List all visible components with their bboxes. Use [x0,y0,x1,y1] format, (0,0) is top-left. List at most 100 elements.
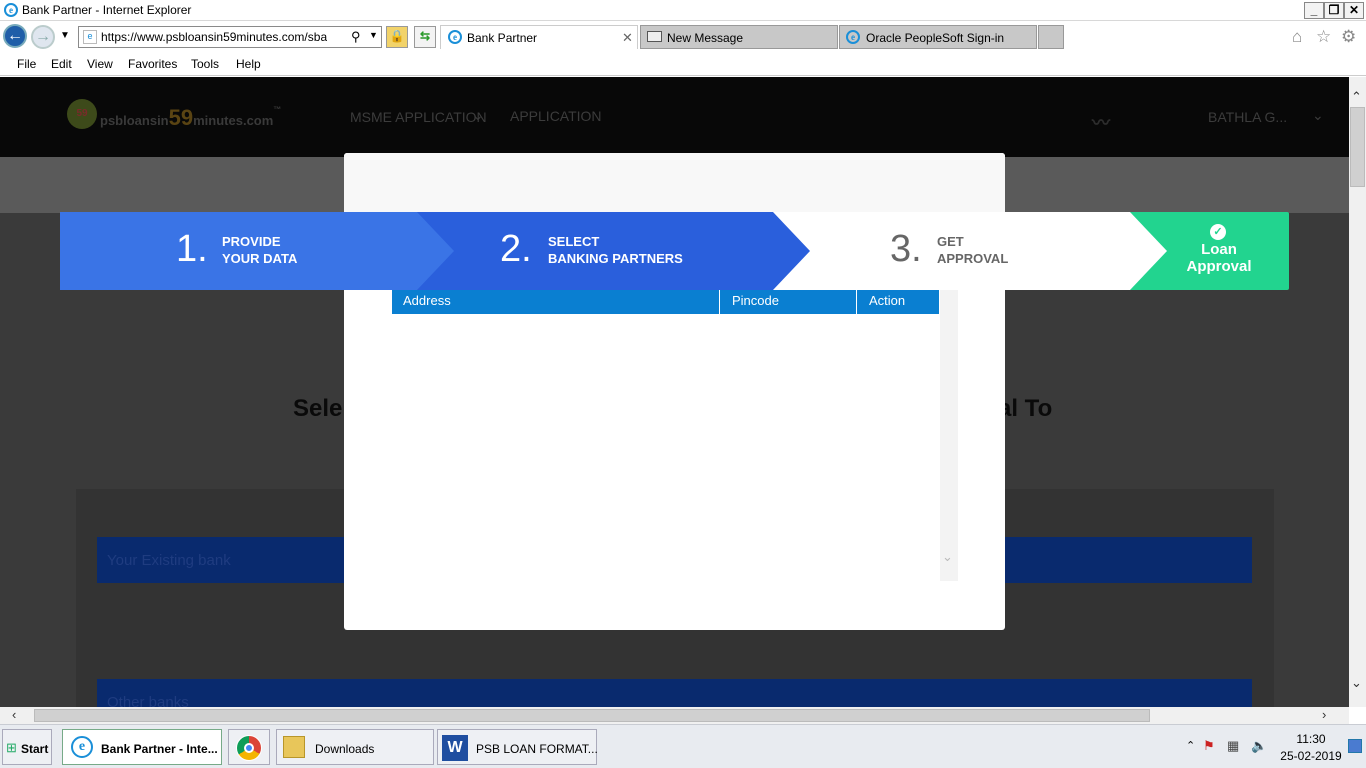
tab-bank-partner[interactable]: e Bank Partner ✕ [440,25,638,49]
scroll-right-icon[interactable]: › [1322,707,1326,722]
back-button[interactable]: ← [3,24,27,48]
logo-tm: ™ [273,105,282,114]
step-1-number: 1. [176,228,208,270]
step-1-label: PROVIDE YOUR DATA [222,233,297,267]
modal-header [344,153,1005,213]
address-dropdown-icon[interactable]: ▼ [369,30,378,40]
start-button[interactable]: ⊞ Start [2,729,52,765]
home-icon[interactable]: ⌂ [1292,27,1302,47]
step-3-label: GET APPROVAL [937,233,1008,267]
site-logo[interactable]: psbloansin59minutes.com™ [100,105,281,131]
lock-icon[interactable]: 🔒 [386,26,408,48]
activity-icon: 〰 [1092,113,1110,133]
menu-edit[interactable]: Edit [51,57,72,71]
word-icon: W [442,735,468,761]
column-pincode: Pincode [721,289,857,314]
refresh-icon[interactable]: ⇆ [414,26,436,48]
final-line1: Loan [1201,241,1237,258]
volume-icon[interactable]: 🔈 [1251,738,1267,754]
scroll-left-icon[interactable]: ‹ [12,707,16,722]
tab-label: Bank Partner [467,31,538,45]
close-window-button[interactable]: ✕ [1344,2,1364,19]
taskbar-item-ie[interactable]: e Bank Partner - Inte... [62,729,222,765]
page-heading-left: Sele [293,395,343,422]
horizontal-scrollbar[interactable]: ‹ › [0,707,1349,724]
step-2-number: 2. [500,228,532,270]
mail-icon [647,31,662,42]
scroll-thumb-horizontal[interactable] [34,709,1150,722]
taskbar-item-downloads[interactable]: Downloads [276,729,434,765]
page-icon: e [83,30,97,44]
action-center-icon[interactable]: ⚑ [1203,738,1215,754]
tab-label: Oracle PeopleSoft Sign-in [866,31,1005,45]
table-header-row: Address Pincode Action [392,289,939,314]
menu-file[interactable]: File [17,57,36,71]
modal-scrollbar[interactable]: ⌃ ⌄ [940,279,958,581]
scroll-down-icon[interactable]: ⌄ [1351,675,1362,691]
step-2-label: SELECT BANKING PARTNERS [548,233,683,267]
start-label: Start [21,742,49,756]
tab-oracle-peoplesoft[interactable]: e Oracle PeopleSoft Sign-in [839,25,1037,49]
ie-icon: e [846,30,860,44]
scroll-up-icon[interactable]: ⌃ [1351,89,1362,105]
url-text[interactable]: https://www.psbloansin59minutes.com/sban… [101,30,327,44]
nav-msme-application[interactable]: MSME APPLICATION [350,109,487,125]
user-menu[interactable]: BATHLA G... [1208,109,1287,125]
gear-icon[interactable]: ⚙ [1341,27,1356,47]
tab-new-message[interactable]: New Message [640,25,838,49]
ie-icon: e [4,3,18,17]
nav-application[interactable]: APPLICATION [510,108,602,124]
menu-help[interactable]: Help [236,57,261,71]
clock-date[interactable]: 25-02-2019 [1278,749,1344,763]
chevron-down-icon[interactable]: ⌄ [1312,107,1324,124]
step-3-line1: GET [937,234,964,249]
close-tab-icon[interactable]: ✕ [622,30,633,46]
scroll-down-icon[interactable]: ⌄ [942,549,953,565]
taskbar-item-label: PSB LOAN FORMAT... [476,742,598,756]
taskbar-item-label: Bank Partner - Inte... [101,742,218,756]
network-icon[interactable]: ▦ [1227,738,1239,754]
menu-tools[interactable]: Tools [191,57,219,71]
menu-view[interactable]: View [87,57,113,71]
ie-icon: e [71,736,93,758]
show-desktop-icon[interactable] [1348,739,1362,753]
chevron-down-icon: ⌄ [472,107,484,123]
chrome-icon [236,735,262,761]
taskbar-item-chrome[interactable] [228,729,270,765]
page-heading-right: al To [998,395,1053,422]
scroll-thumb[interactable] [1350,107,1365,187]
tab-label: New Message [667,31,744,45]
windows-logo-icon: ⊞ [6,740,17,755]
menu-bar: File Edit View Favorites Tools Help [0,53,1366,76]
search-icon[interactable]: ⚲ [351,29,361,45]
step-3-line2: APPROVAL [937,251,1009,266]
step-1-line2: YOUR DATA [222,251,298,266]
new-tab-button[interactable] [1038,25,1064,49]
checkmark-icon: ✓ [1210,224,1226,240]
vertical-scrollbar[interactable]: ⌃ ⌄ [1349,77,1366,707]
favorites-star-icon[interactable]: ☆ [1316,27,1331,47]
site-header: 59 psbloansin59minutes.com™ MSME APPLICA… [0,77,1349,157]
step-2-line2: BANKING PARTNERS [548,251,683,266]
folder-icon [283,736,305,758]
chrome-center [244,743,254,753]
forward-button[interactable]: → [31,25,55,49]
menu-favorites[interactable]: Favorites [128,57,177,71]
other-banks-band[interactable]: Other banks [97,679,1252,707]
taskbar: ⊞ Start e Bank Partner - Inte... Downloa… [0,724,1366,768]
taskbar-item-word[interactable]: W PSB LOAN FORMAT... [437,729,598,765]
browser-toolbar: ← → ▼ e https://www.psbloansin59minutes.… [0,21,1366,53]
window-title-bar: e Bank Partner - Internet Explorer _ ❐ ✕ [0,0,1366,21]
step-2-line1: SELECT [548,234,600,249]
history-dropdown-icon[interactable]: ▼ [60,30,70,41]
logo-text-59: 59 [168,105,194,130]
site-logo-badge: 59 [67,99,97,129]
window-title: Bank Partner - Internet Explorer [22,3,192,17]
tray-expand-icon[interactable]: ⌃ [1186,739,1195,752]
clock-time[interactable]: 11:30 [1282,732,1340,746]
address-bar[interactable]: e https://www.psbloansin59minutes.com/sb… [78,26,382,48]
restore-button[interactable]: ❐ [1324,2,1344,19]
minimize-button[interactable]: _ [1304,2,1324,19]
step-1-line1: PROVIDE [222,234,281,249]
column-action: Action [869,293,906,308]
